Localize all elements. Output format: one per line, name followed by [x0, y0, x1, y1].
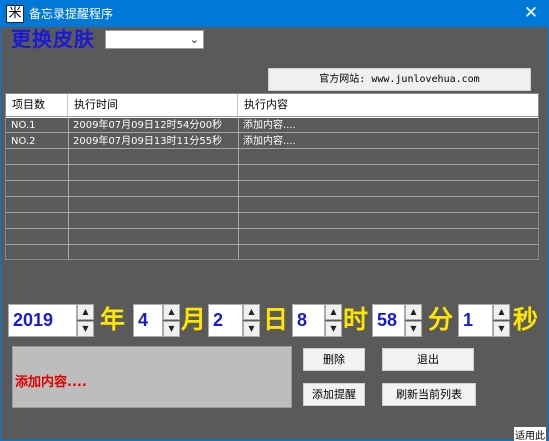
- hour-spinner[interactable]: 8 ▲ ▼: [292, 304, 342, 337]
- content-textarea[interactable]: 添加内容....: [12, 346, 292, 408]
- exit-button[interactable]: 退出: [382, 348, 474, 371]
- spin-up-icon[interactable]: ▲: [163, 304, 180, 320]
- month-spinner[interactable]: 4 ▲ ▼: [133, 304, 180, 337]
- minute-input[interactable]: 58: [372, 304, 405, 337]
- second-input[interactable]: 1: [458, 304, 493, 337]
- spin-down-icon[interactable]: ▼: [243, 321, 260, 337]
- close-button[interactable]: ✕: [514, 1, 548, 27]
- spin-up-icon[interactable]: ▲: [243, 304, 260, 320]
- spin-down-icon[interactable]: ▼: [405, 321, 422, 337]
- table-row-empty: [6, 230, 538, 245]
- table-row-empty: [6, 246, 538, 259]
- cell-time: 2009年07月09日13时11分55秒: [73, 136, 223, 147]
- reminder-table[interactable]: 项目数 执行时间 执行内容 NO.1 2009年07月09日12时54分00秒 …: [5, 93, 539, 260]
- spin-down-icon[interactable]: ▼: [77, 321, 94, 337]
- column-divider: [68, 118, 69, 259]
- app-icon: 米: [6, 5, 24, 23]
- table-header: 项目数 执行时间 执行内容: [6, 94, 538, 117]
- close-icon: ✕: [523, 3, 539, 23]
- spin-down-icon[interactable]: ▼: [163, 321, 180, 337]
- month-input[interactable]: 4: [133, 304, 163, 337]
- status-text: 适用此: [514, 427, 546, 441]
- table-body: NO.1 2009年07月09日12时54分00秒 添加内容.... NO.2 …: [6, 118, 538, 259]
- spin-up-icon[interactable]: ▲: [405, 304, 422, 320]
- skin-label: 更换皮肤: [11, 27, 95, 51]
- table-row-empty: [6, 166, 538, 181]
- spin-up-icon[interactable]: ▲: [493, 304, 510, 320]
- minute-unit-label: 分: [428, 305, 454, 334]
- table-row-empty: [6, 182, 538, 197]
- chevron-down-icon: ⌄: [189, 33, 199, 46]
- year-input[interactable]: 2019: [8, 304, 77, 337]
- cell-time: 2009年07月09日12时54分00秒: [73, 120, 223, 131]
- cell-content: 添加内容....: [243, 136, 296, 147]
- hour-input[interactable]: 8: [292, 304, 325, 337]
- spin-up-icon[interactable]: ▲: [325, 304, 342, 320]
- cell-index: NO.2: [11, 136, 36, 147]
- cell-index: NO.1: [11, 120, 36, 131]
- cell-content: 添加内容....: [243, 120, 296, 131]
- spin-down-icon[interactable]: ▼: [493, 321, 510, 337]
- column-header-content[interactable]: 执行内容: [238, 94, 538, 116]
- spin-down-icon[interactable]: ▼: [325, 321, 342, 337]
- refresh-list-button[interactable]: 刷新当前列表: [382, 383, 476, 406]
- main-window: 米 备忘录提醒程序 ✕ 更换皮肤 ⌄ 官方网站: www.junlovehua.…: [0, 0, 549, 441]
- day-input[interactable]: 2: [208, 304, 243, 337]
- hour-unit-label: 时: [343, 305, 369, 334]
- column-header-index[interactable]: 项目数: [6, 94, 68, 116]
- table-row[interactable]: NO.2 2009年07月09日13时11分55秒 添加内容....: [6, 134, 538, 149]
- year-spinner[interactable]: 2019 ▲ ▼: [8, 304, 94, 337]
- content-text: 添加内容....: [15, 375, 87, 390]
- table-row-empty: [6, 214, 538, 229]
- column-divider: [238, 118, 239, 259]
- skin-dropdown[interactable]: ⌄: [105, 30, 204, 49]
- delete-button[interactable]: 删除: [303, 348, 365, 371]
- table-row[interactable]: NO.1 2009年07月09日12时54分00秒 添加内容....: [6, 118, 538, 133]
- client-area: 更换皮肤 ⌄ 官方网站: www.junlovehua.com 项目数 执行时间…: [1, 27, 548, 441]
- month-unit-label: 月: [181, 305, 207, 334]
- second-spinner[interactable]: 1 ▲ ▼: [458, 304, 510, 337]
- column-header-time[interactable]: 执行时间: [68, 94, 238, 116]
- title-bar[interactable]: 米 备忘录提醒程序 ✕: [1, 1, 548, 27]
- year-unit-label: 年: [100, 305, 126, 334]
- day-spinner[interactable]: 2 ▲ ▼: [208, 304, 260, 337]
- spin-up-icon[interactable]: ▲: [77, 304, 94, 320]
- official-site-button[interactable]: 官方网站: www.junlovehua.com: [268, 68, 531, 91]
- table-row-empty: [6, 150, 538, 165]
- minute-spinner[interactable]: 58 ▲ ▼: [372, 304, 422, 337]
- second-unit-label: 秒: [513, 305, 539, 334]
- table-row-empty: [6, 198, 538, 213]
- add-reminder-button[interactable]: 添加提醒: [303, 383, 365, 406]
- window-title: 备忘录提醒程序: [29, 7, 114, 21]
- day-unit-label: 日: [263, 305, 289, 334]
